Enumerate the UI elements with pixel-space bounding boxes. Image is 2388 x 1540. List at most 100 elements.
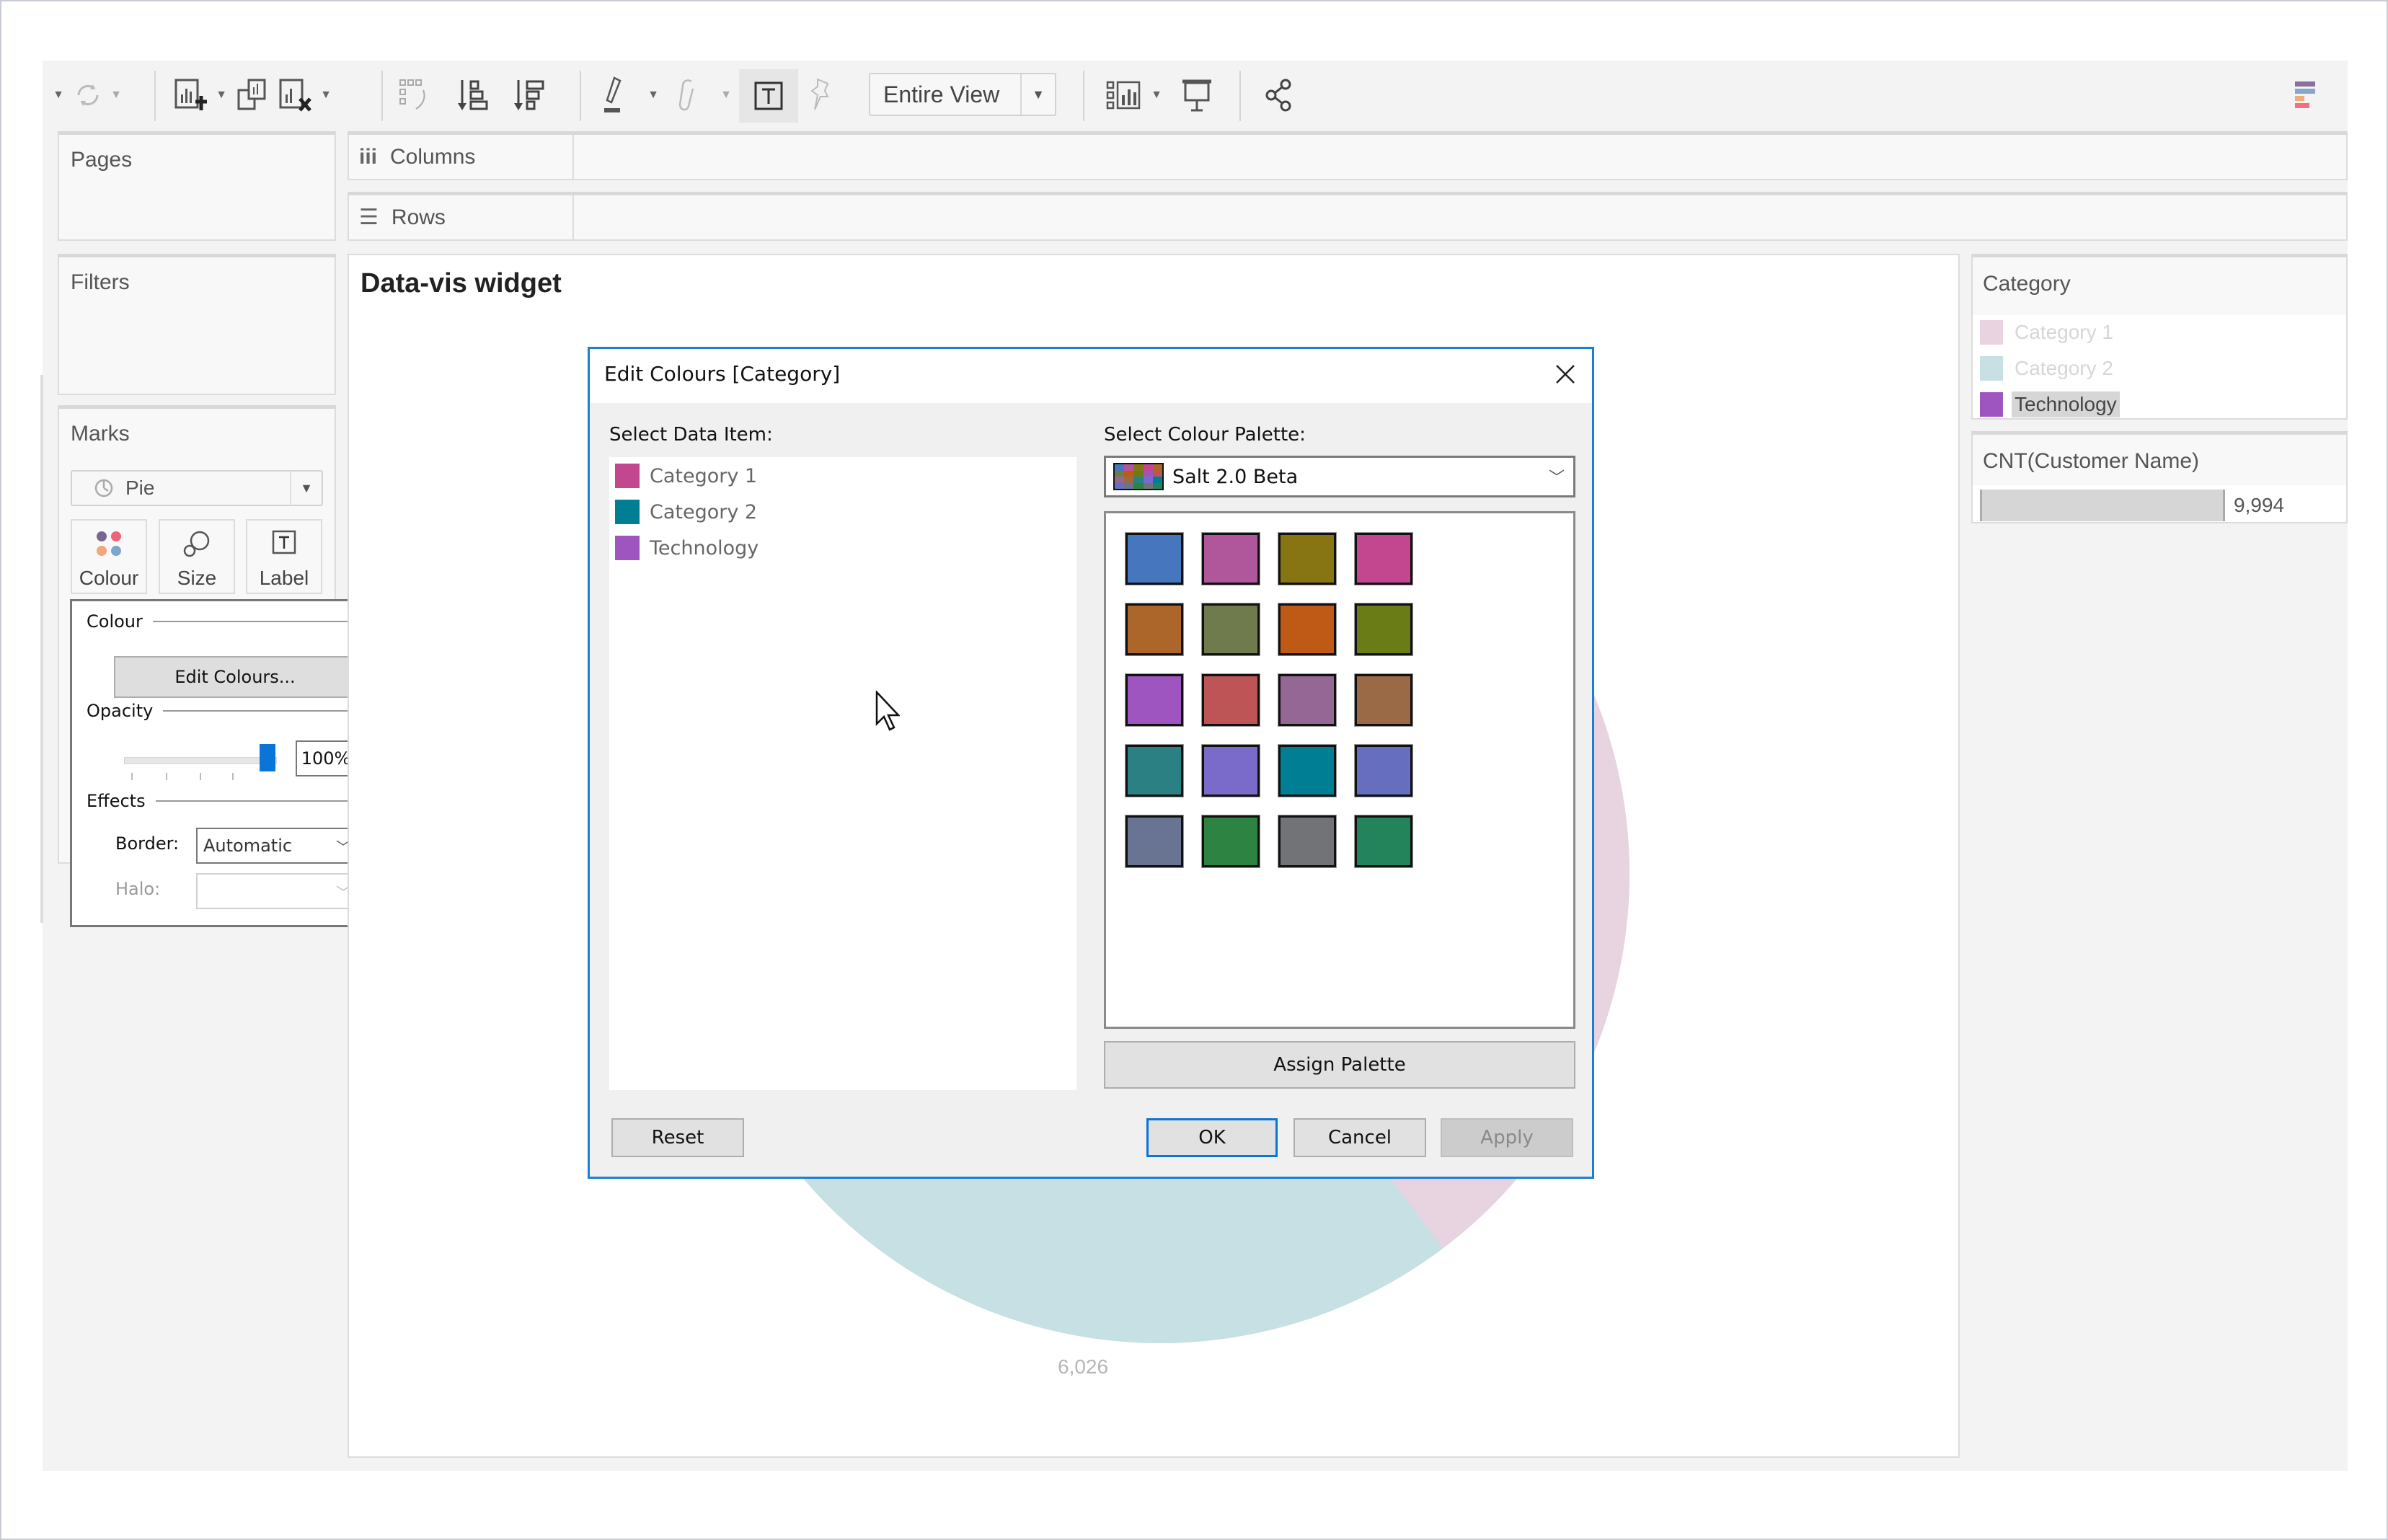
palette-swatch[interactable] bbox=[1354, 744, 1413, 797]
dialog-title: Edit Colours [Category] bbox=[604, 362, 841, 386]
show-cards-icon[interactable] bbox=[2295, 78, 2317, 111]
legend-item[interactable]: Technology bbox=[1980, 390, 2120, 419]
palette-swatch[interactable] bbox=[1278, 603, 1337, 656]
palette-thumb-cell bbox=[1115, 470, 1125, 477]
palette-thumb-cell bbox=[1124, 470, 1134, 477]
palette-thumb-cell bbox=[1152, 482, 1162, 489]
palette-thumb-cell bbox=[1133, 464, 1144, 471]
highlight-icon[interactable] bbox=[598, 75, 627, 115]
legend-item[interactable]: Category 2 bbox=[1980, 354, 2116, 383]
cancel-button[interactable]: Cancel bbox=[1294, 1118, 1426, 1157]
data-item-list[interactable]: Category 1 Category 2 Technology bbox=[609, 457, 1076, 1090]
select-data-item-label: Select Data Item: bbox=[609, 424, 773, 446]
chevron-down-icon[interactable]: ▼ bbox=[1020, 74, 1055, 115]
toolbar-separator bbox=[1239, 71, 1241, 121]
palette-thumb-cell bbox=[1124, 464, 1134, 471]
rows-icon: ☰ bbox=[359, 205, 379, 229]
size-mark-button[interactable]: Size bbox=[159, 519, 235, 594]
legend-item[interactable]: Category 1 bbox=[1980, 318, 2116, 347]
group-members-icon[interactable] bbox=[673, 75, 702, 115]
data-item[interactable]: Technology bbox=[615, 532, 759, 564]
palette-swatch[interactable] bbox=[1125, 744, 1184, 797]
clear-sheet-icon[interactable] bbox=[277, 75, 314, 115]
marks-title: Marks bbox=[71, 422, 130, 446]
presentation-mode-icon[interactable] bbox=[1178, 75, 1216, 115]
group-members-dropdown-icon[interactable]: ▼ bbox=[719, 75, 733, 115]
reset-button[interactable]: Reset bbox=[611, 1118, 744, 1157]
category-legend: Category Category 1 Category 2 Technolog… bbox=[1971, 254, 2348, 420]
duplicate-sheet-icon[interactable] bbox=[234, 75, 271, 115]
pie-value-label: 6,026 bbox=[1058, 1355, 1109, 1378]
legend-swatch bbox=[1980, 356, 2003, 381]
palette-swatch[interactable] bbox=[1201, 603, 1260, 656]
columns-label: iii Columns bbox=[349, 135, 574, 179]
palette-swatch[interactable] bbox=[1354, 603, 1413, 656]
share-icon[interactable] bbox=[1261, 75, 1299, 115]
colour-mark-button[interactable]: Colour bbox=[71, 519, 147, 594]
fit-dropdown-value: Entire View bbox=[883, 81, 1000, 107]
refresh-dropdown-caret-icon[interactable]: ▼ bbox=[109, 75, 123, 115]
palette-swatch[interactable] bbox=[1125, 673, 1184, 727]
fit-dropdown[interactable]: Entire View ▼ bbox=[869, 73, 1056, 116]
pie-mark-icon bbox=[94, 479, 113, 497]
border-dropdown[interactable]: Automatic ﹀ bbox=[196, 828, 358, 864]
sort-descending-icon[interactable] bbox=[510, 75, 547, 115]
toolbar-separator bbox=[154, 71, 156, 121]
swap-rows-columns-icon[interactable] bbox=[396, 75, 433, 115]
opacity-slider-thumb[interactable] bbox=[260, 744, 275, 771]
edit-colours-button[interactable]: Edit Colours... bbox=[114, 656, 356, 698]
opacity-slider[interactable] bbox=[124, 757, 277, 764]
palette-swatch[interactable] bbox=[1278, 673, 1337, 727]
palette-swatch[interactable] bbox=[1278, 532, 1337, 585]
mark-type-dropdown[interactable]: Pie ▼ bbox=[71, 470, 323, 506]
pages-shelf[interactable]: Pages bbox=[58, 131, 336, 241]
data-item[interactable]: Category 1 bbox=[615, 460, 757, 492]
show-me-icon[interactable] bbox=[1102, 75, 1146, 115]
palette-dropdown[interactable]: Salt 2.0 Beta ﹀ bbox=[1104, 456, 1575, 497]
pin-icon[interactable] bbox=[805, 75, 834, 115]
data-item-label: Category 1 bbox=[650, 464, 758, 487]
palette-swatch[interactable] bbox=[1125, 815, 1184, 868]
label-text-icon bbox=[247, 529, 321, 555]
undo-dropdown-caret-icon[interactable]: ▼ bbox=[51, 75, 66, 115]
show-me-dropdown-icon[interactable]: ▼ bbox=[1149, 75, 1164, 115]
new-worksheet-dropdown-icon[interactable]: ▼ bbox=[214, 75, 229, 115]
palette-swatch[interactable] bbox=[1201, 744, 1260, 797]
refresh-icon[interactable] bbox=[70, 75, 106, 115]
halo-dropdown[interactable]: ﹀ bbox=[196, 873, 358, 909]
select-palette-label: Select Colour Palette: bbox=[1104, 424, 1306, 446]
size-circles-icon bbox=[160, 529, 234, 558]
columns-shelf[interactable]: iii Columns bbox=[348, 131, 2348, 180]
palette-swatch[interactable] bbox=[1278, 744, 1337, 797]
data-item[interactable]: Category 2 bbox=[615, 496, 757, 528]
palette-swatch[interactable] bbox=[1201, 673, 1260, 727]
close-icon[interactable] bbox=[1549, 358, 1582, 391]
palette-swatch[interactable] bbox=[1354, 532, 1413, 585]
ok-button[interactable]: OK bbox=[1146, 1118, 1278, 1157]
size-legend-title: CNT(Customer Name) bbox=[1983, 449, 2200, 473]
chevron-down-icon[interactable]: ▼ bbox=[290, 472, 322, 505]
assign-palette-button[interactable]: Assign Palette bbox=[1104, 1041, 1575, 1089]
rows-shelf[interactable]: ☰ Rows bbox=[348, 192, 2348, 241]
palette-swatch[interactable] bbox=[1278, 815, 1337, 868]
highlight-dropdown-icon[interactable]: ▼ bbox=[646, 75, 660, 115]
palette-swatch[interactable] bbox=[1201, 815, 1260, 868]
palette-swatch[interactable] bbox=[1125, 603, 1184, 656]
slider-tick bbox=[200, 773, 201, 780]
sort-ascending-icon[interactable] bbox=[454, 75, 491, 115]
clear-sheet-dropdown-icon[interactable]: ▼ bbox=[319, 75, 333, 115]
palette-swatch[interactable] bbox=[1125, 532, 1184, 585]
legend-item-label: Technology bbox=[2012, 391, 2120, 417]
palette-swatch[interactable] bbox=[1354, 673, 1413, 727]
viz-title: Data-vis widget bbox=[361, 268, 562, 298]
colour-mark-label: Colour bbox=[79, 567, 139, 589]
palette-thumbnail bbox=[1113, 463, 1164, 490]
show-mark-labels-icon[interactable] bbox=[739, 69, 798, 123]
apply-button[interactable]: Apply bbox=[1441, 1118, 1573, 1157]
palette-swatch[interactable] bbox=[1354, 815, 1413, 868]
legend-swatch bbox=[1980, 392, 2003, 417]
palette-swatch[interactable] bbox=[1201, 532, 1260, 585]
filters-shelf[interactable]: Filters bbox=[58, 254, 336, 395]
new-worksheet-icon[interactable] bbox=[172, 75, 210, 115]
label-mark-button[interactable]: Label bbox=[246, 519, 322, 594]
